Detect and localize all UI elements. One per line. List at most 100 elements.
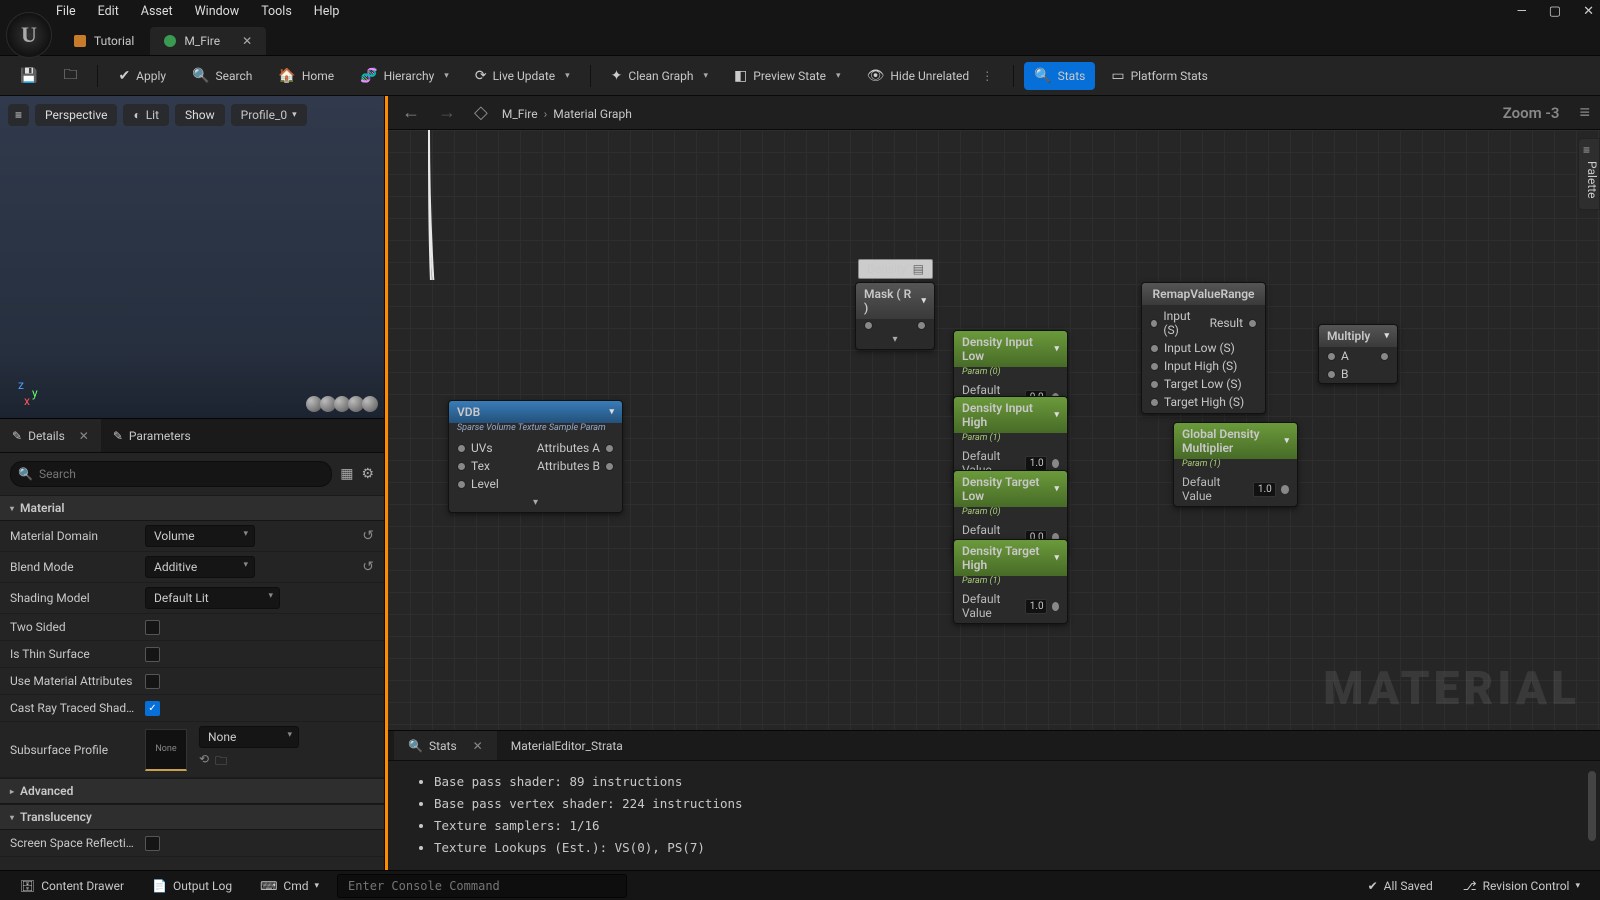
viewport-show-button[interactable]: Show [175, 104, 225, 126]
material-editor-strata-tab[interactable]: MaterialEditor_Strata [497, 731, 637, 760]
badge-toggle-icon[interactable]: ▤ [913, 262, 924, 276]
viewport-lit-button[interactable]: ◐Lit [123, 104, 169, 126]
apply-button[interactable]: ✔Apply [108, 62, 176, 90]
use-selected-icon[interactable]: ⟲ [199, 752, 209, 773]
category-advanced[interactable]: Advanced [0, 778, 384, 804]
use-mat-attrs-checkbox[interactable] [145, 674, 160, 689]
home-button[interactable]: 🏠Home [268, 62, 344, 90]
default-value-input[interactable]: 1.0 [1025, 599, 1047, 614]
two-sided-checkbox[interactable] [145, 620, 160, 635]
output-log-button[interactable]: 📄Output Log [142, 875, 242, 897]
save-button[interactable]: 💾 [10, 62, 47, 90]
menu-window[interactable]: Window [195, 4, 240, 19]
hide-unrelated-button[interactable]: 👁Hide Unrelated⋮ [857, 62, 1004, 90]
close-icon[interactable]: ✕ [473, 739, 483, 753]
viewport-profile-button[interactable]: Profile_0 ▾ [231, 104, 307, 126]
reset-icon[interactable]: ↺ [362, 528, 374, 544]
viewport-options-button[interactable]: ≡ [8, 104, 29, 126]
browse-icon: 🗀 [63, 64, 77, 88]
menu-help[interactable]: Help [314, 4, 340, 19]
cast-ray-shadows-checkbox[interactable] [145, 701, 160, 716]
cmd-dropdown[interactable]: ⌨Cmd ▾ [250, 875, 329, 897]
graph-back-icon[interactable]: ← [398, 102, 424, 123]
details-grid-icon[interactable]: ▦ [340, 466, 353, 482]
shading-model-dropdown[interactable]: Default Lit [145, 587, 280, 609]
details-panel-tab[interactable]: ✎Details✕ [0, 419, 101, 452]
preview-viewport[interactable]: ≡ Perspective ◐Lit Show Profile_0 ▾ zyx [0, 96, 384, 419]
clean-graph-button[interactable]: ✦Clean Graph [601, 62, 718, 90]
search-button[interactable]: 🔍Search [182, 62, 262, 90]
all-saved-button[interactable]: ✔All Saved [1358, 875, 1443, 897]
preview-shape-buttons[interactable] [308, 396, 378, 412]
viewport-perspective-button[interactable]: Perspective [35, 104, 117, 126]
graph-menu-icon[interactable]: ≡ [1579, 102, 1590, 123]
default-value-input[interactable]: 1.0 [1025, 456, 1047, 471]
blend-mode-dropdown[interactable]: Additive [145, 556, 255, 578]
node-mask[interactable]: Mask ( R )▾ ▾ [855, 282, 935, 350]
category-translucency[interactable]: Translucency [0, 804, 384, 830]
tab-tutorial[interactable]: Tutorial [60, 27, 148, 55]
node-vdb-subtitle: Sparse Volume Texture Sample Param [449, 423, 622, 437]
browse-to-icon[interactable]: 🗀 [215, 752, 227, 773]
live-update-button[interactable]: ⟳Live Update [465, 62, 580, 90]
window-maximize-icon[interactable]: ▢ [1549, 4, 1561, 19]
default-value-input[interactable]: 1.0 [1253, 482, 1276, 497]
node-title: Global Density Multiplier [1182, 427, 1278, 455]
stats-line: Base pass vertex shader: 224 instruction… [434, 793, 1572, 815]
stats-line: Texture Lookups (Est.): VS(0), PS(7) [434, 837, 1572, 859]
menu-file[interactable]: File [56, 4, 76, 19]
graph-home-icon[interactable]: ◇ [470, 102, 492, 123]
apply-icon: ✔ [118, 68, 130, 84]
menu-tools[interactable]: Tools [261, 4, 292, 19]
node-multiply[interactable]: Multiply▾ A B [1318, 324, 1398, 384]
subsurface-thumb[interactable]: None [145, 729, 187, 771]
platform-stats-button[interactable]: ▭Platform Stats [1101, 62, 1217, 90]
breadcrumb-asset[interactable]: M_Fire [502, 107, 538, 121]
cmd-icon: ⌨ [260, 879, 277, 893]
category-material[interactable]: Material [0, 495, 384, 521]
details-search-input[interactable] [10, 461, 332, 487]
document-tabs: Tutorial M_Fire ✕ [0, 22, 1600, 56]
content-drawer-icon: 🗄 [20, 879, 35, 893]
content-drawer-button[interactable]: 🗄Content Drawer [10, 875, 134, 897]
expand-icon[interactable]: ▾ [449, 495, 622, 512]
stats-button[interactable]: 🔍Stats [1024, 62, 1095, 90]
menu-edit[interactable]: Edit [98, 4, 119, 19]
stats-tab[interactable]: 🔍Stats✕ [394, 731, 497, 760]
density-comment-badge[interactable]: Density▤ [858, 259, 933, 279]
node-density-input-high[interactable]: Density Input High▾ Param (1) Default Va… [953, 396, 1068, 481]
node-density-target-high[interactable]: Density Target High▾ Param (1) Default V… [953, 539, 1068, 624]
parameters-icon: ✎ [113, 429, 123, 443]
graph-forward-icon[interactable]: → [434, 102, 460, 123]
tutorial-icon [74, 35, 86, 47]
save-icon: 💾 [20, 68, 37, 84]
node-remap[interactable]: RemapValueRange Input (S)Result Input Lo… [1141, 282, 1266, 414]
parameters-panel-tab[interactable]: ✎Parameters [101, 419, 203, 452]
node-vdb[interactable]: VDB▾ Sparse Volume Texture Sample Param … [448, 400, 623, 513]
details-gear-icon[interactable]: ⚙ [361, 466, 374, 482]
expand-icon[interactable]: ▾ [856, 332, 934, 349]
tab-mfire[interactable]: M_Fire ✕ [150, 27, 266, 55]
ssr-checkbox[interactable] [145, 836, 160, 851]
window-close-icon[interactable]: ✕ [1583, 4, 1594, 19]
material-domain-dropdown[interactable]: Volume [145, 525, 255, 547]
reset-icon[interactable]: ↺ [362, 559, 374, 575]
menu-asset[interactable]: Asset [141, 4, 173, 19]
thin-surface-checkbox[interactable] [145, 647, 160, 662]
scrollbar[interactable] [1588, 771, 1596, 841]
subsurface-profile-dropdown[interactable]: None [199, 726, 299, 748]
breadcrumb-graph[interactable]: Material Graph [553, 107, 632, 121]
node-global-density-multiplier[interactable]: Global Density Multiplier▾ Param (1) Def… [1173, 422, 1298, 507]
window-minimize-icon[interactable]: — [1517, 4, 1527, 19]
palette-tab[interactable]: Palette [1578, 138, 1600, 210]
browse-button[interactable]: 🗀 [53, 62, 87, 90]
hierarchy-button[interactable]: 🧬Hierarchy [350, 62, 459, 90]
revision-control-button[interactable]: ⎇Revision Control ▾ [1453, 875, 1590, 897]
tab-close-icon[interactable]: ✕ [242, 34, 252, 48]
preview-state-button[interactable]: ◧Preview State [724, 62, 851, 90]
stats-panel: 🔍Stats✕ MaterialEditor_Strata Base pass … [388, 730, 1600, 870]
console-command-input[interactable] [337, 874, 627, 898]
tab-tutorial-label: Tutorial [94, 34, 134, 48]
close-icon[interactable]: ✕ [79, 429, 89, 443]
material-graph-canvas[interactable]: Palette MATERIAL [388, 130, 1600, 730]
